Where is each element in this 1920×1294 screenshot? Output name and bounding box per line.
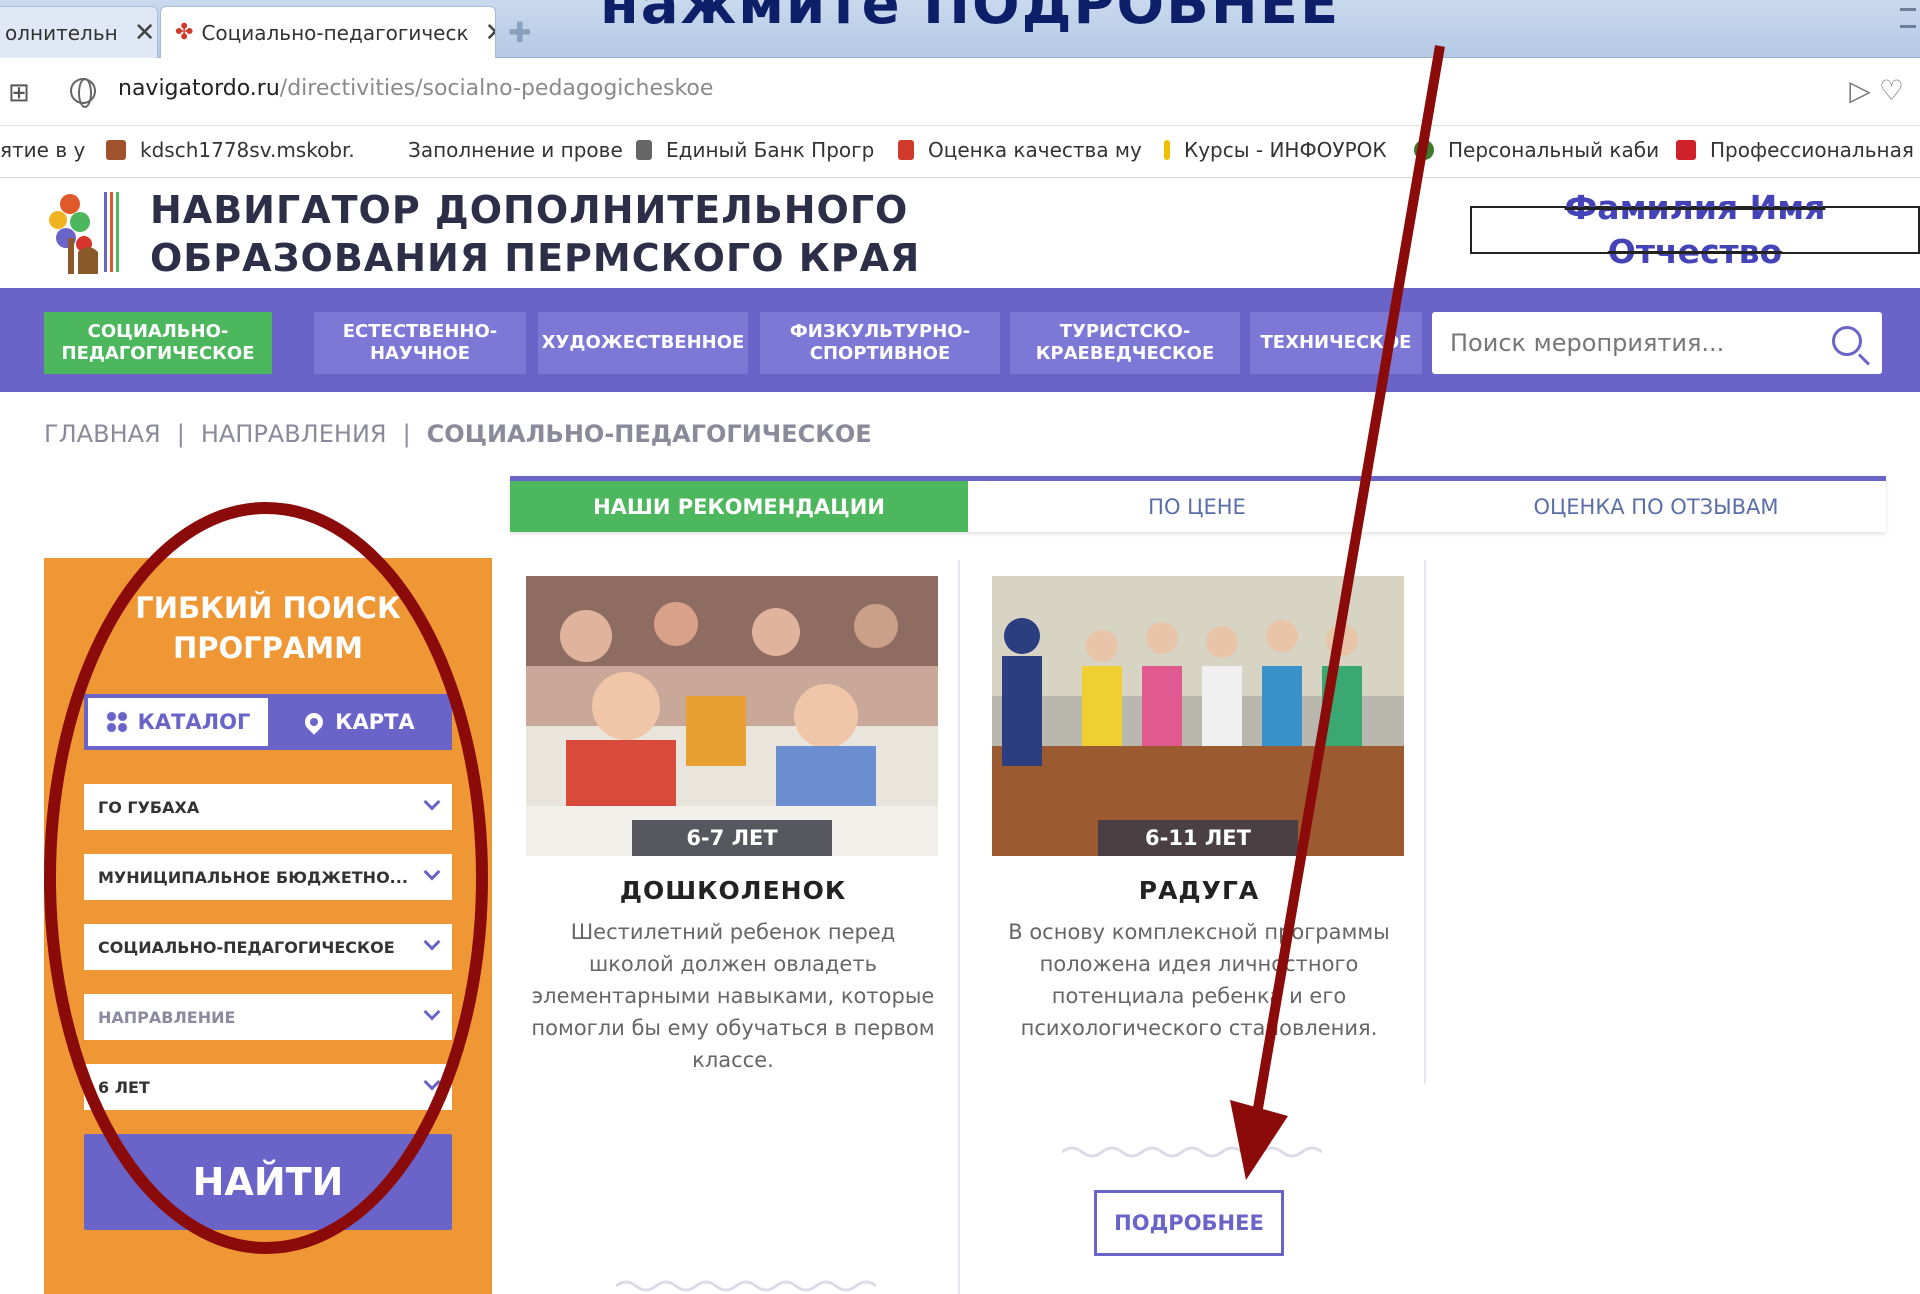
card-divider bbox=[1424, 560, 1426, 1084]
url-path: /directivities/socialno-pedagogicheskoe bbox=[279, 76, 714, 101]
program-photo[interactable]: 6-7 ЛЕТ bbox=[526, 576, 938, 856]
site-title[interactable]: НАВИГАТОР ДОПОЛНИТЕЛЬНОГО ОБРАЗОВАНИЯ ПЕ… bbox=[150, 186, 920, 282]
bookmark-item[interactable]: Курсы - ИНФОУРОК bbox=[1164, 138, 1387, 162]
close-icon[interactable]: ✕ bbox=[134, 18, 156, 48]
more-details-button[interactable]: ПОДРОБНЕЕ bbox=[1094, 1190, 1284, 1256]
sort-tabs: НАШИ РЕКОМЕНДАЦИИ ПО ЦЕНЕ ОЦЕНКА ПО ОТЗЫ… bbox=[510, 476, 1886, 532]
search-input[interactable] bbox=[1450, 312, 1810, 374]
nav-social-pedagogical[interactable]: Социально-педагогическое bbox=[44, 312, 272, 374]
age-badge: 6-11 ЛЕТ bbox=[1098, 820, 1298, 856]
main-nav: Социально-педагогическое Естественно-нау… bbox=[0, 288, 1920, 392]
site-icon bbox=[106, 140, 126, 160]
tab-by-reviews[interactable]: ОЦЕНКА ПО ОТЗЫВАМ bbox=[1426, 481, 1886, 532]
card-divider bbox=[958, 560, 960, 1294]
browser-tab-active[interactable]: ✤ Социально-педагогическ ✕ bbox=[160, 6, 496, 58]
favicon-icon: ✤ bbox=[175, 20, 194, 45]
browser-tab-inactive[interactable]: олнительн ✕ bbox=[0, 6, 158, 58]
address-bar: ⊞ navigatordo.ru/directivities/socialno-… bbox=[0, 58, 1920, 126]
chevron-down-icon bbox=[423, 933, 441, 951]
bookmarks-bar: ятие в у kdsch1778sv.mskobr. Заполнение … bbox=[0, 126, 1920, 178]
bookmark-item[interactable]: kdsch1778sv.mskobr. bbox=[106, 138, 355, 162]
tab-recommendations[interactable]: НАШИ РЕКОМЕНДАЦИИ bbox=[510, 481, 968, 532]
program-title[interactable]: ДОШКОЛЕНОК bbox=[510, 876, 956, 905]
u-icon bbox=[1676, 140, 1696, 160]
bookmark-icon bbox=[1164, 140, 1170, 160]
tab-label: олнительн bbox=[5, 20, 118, 45]
url-domain: navigatordo.ru bbox=[118, 76, 280, 101]
page: олнительн ✕ ✤ Социально-педагогическ ✕ ✚… bbox=[0, 0, 1920, 1294]
search-icon[interactable] bbox=[1832, 326, 1862, 356]
view-toggle: КАТАЛОГ КАРТА bbox=[84, 694, 452, 750]
program-description: В основу комплексной программы положена … bbox=[1008, 920, 1390, 1040]
program-title[interactable]: РАДУГА bbox=[976, 876, 1422, 905]
program-card[interactable]: 6-7 ЛЕТ ДОШКОЛЕНОК Шестилетний ребенок п… bbox=[510, 560, 956, 1080]
annotation-arrow-head bbox=[1230, 1100, 1288, 1180]
filter-title: ГИБКИЙ ПОИСК ПРОГРАММ bbox=[135, 591, 401, 665]
age-select[interactable]: 6 ЛЕТ bbox=[84, 1064, 452, 1110]
breadcrumb: ГЛАВНАЯ | НАПРАВЛЕНИЯ | СОЦИАЛЬНО-ПЕДАГОГИЧЕ… bbox=[44, 420, 872, 448]
direction-select[interactable]: СОЦИАЛЬНО-ПЕДАГОГИЧЕСКОЕ bbox=[84, 924, 452, 970]
chevron-down-icon bbox=[423, 793, 441, 811]
tab-by-price[interactable]: ПО ЦЕНЕ bbox=[968, 481, 1426, 532]
menu-icon[interactable] bbox=[1900, 8, 1916, 28]
nav-sport[interactable]: Физкультурно-спортивное bbox=[760, 312, 1000, 374]
nav-tourism[interactable]: Туристско-краеведческое bbox=[1010, 312, 1240, 374]
program-description: Шестилетний ребенок перед школой должен … bbox=[531, 920, 935, 1072]
url-field[interactable]: navigatordo.ru/directivities/socialno-pe… bbox=[118, 76, 713, 101]
search-box bbox=[1432, 312, 1882, 374]
nav-technical[interactable]: Техническое bbox=[1250, 312, 1422, 374]
globe-icon bbox=[70, 78, 96, 108]
file-icon bbox=[636, 140, 652, 160]
organization-select[interactable]: МУНИЦИПАЛЬНОЕ БЮДЖЕТНО... bbox=[84, 854, 452, 900]
leaf-icon bbox=[1414, 140, 1434, 160]
new-tab-icon[interactable]: ✚ bbox=[508, 16, 531, 49]
bookmark-item[interactable]: Персональный каби bbox=[1414, 138, 1659, 162]
bookmark-item[interactable]: Единый Банк Прогр bbox=[636, 138, 874, 162]
wave-divider bbox=[1062, 1146, 1322, 1158]
program-card[interactable]: 6-11 ЛЕТ РАДУГА В основу комплексной про… bbox=[976, 560, 1422, 1080]
breadcrumb-current: СОЦИАЛЬНО-ПЕДАГОГИЧЕСКОЕ bbox=[426, 420, 872, 448]
bookmark-item[interactable]: Профессиональная bbox=[1676, 138, 1914, 162]
filter-panel: ГИБКИЙ ПОИСК ПРОГРАММ КАТАЛОГ КАРТА ГО Г… bbox=[44, 558, 492, 1294]
age-badge: 6-7 ЛЕТ bbox=[632, 820, 832, 856]
bookmark-item[interactable]: Оценка качества му bbox=[898, 138, 1142, 162]
bookmark-item[interactable]: ятие в у bbox=[0, 138, 85, 162]
tab-label: Социально-педагогическ bbox=[201, 20, 469, 45]
program-photo[interactable]: 6-11 ЛЕТ bbox=[992, 576, 1404, 856]
find-button[interactable]: НАЙТИ bbox=[84, 1134, 452, 1230]
chevron-down-icon bbox=[423, 1003, 441, 1021]
nav-natural-science[interactable]: Естественно-научное bbox=[314, 312, 526, 374]
wave-divider bbox=[616, 1280, 876, 1292]
apps-icon[interactable]: ⊞ bbox=[8, 78, 30, 108]
annotation-title: нажмите ПОДРОБНЕЕ bbox=[600, 0, 1341, 37]
user-name[interactable]: Фамилия Имя Отчество bbox=[1470, 186, 1920, 274]
municipality-select[interactable]: ГО ГУБАХА bbox=[84, 784, 452, 830]
send-heart-icons[interactable]: ▷♡ bbox=[1849, 74, 1912, 107]
catalog-view-button[interactable]: КАТАЛОГ bbox=[88, 698, 268, 746]
bookmark-item[interactable]: Заполнение и прове bbox=[408, 138, 623, 162]
shield-icon bbox=[898, 140, 914, 160]
chevron-down-icon bbox=[423, 1073, 441, 1091]
close-icon[interactable]: ✕ bbox=[485, 18, 495, 48]
map-view-button[interactable]: КАРТА bbox=[272, 698, 448, 746]
breadcrumb-directions[interactable]: НАПРАВЛЕНИЯ bbox=[201, 420, 387, 448]
site-logo[interactable] bbox=[44, 188, 134, 276]
subdirection-select[interactable]: НАПРАВЛЕНИЕ bbox=[84, 994, 452, 1040]
grid-dots-icon bbox=[105, 711, 128, 733]
breadcrumb-home[interactable]: ГЛАВНАЯ bbox=[44, 420, 161, 448]
map-pin-icon bbox=[301, 709, 328, 735]
nav-art[interactable]: Художественное bbox=[538, 312, 748, 374]
chevron-down-icon bbox=[423, 863, 441, 881]
